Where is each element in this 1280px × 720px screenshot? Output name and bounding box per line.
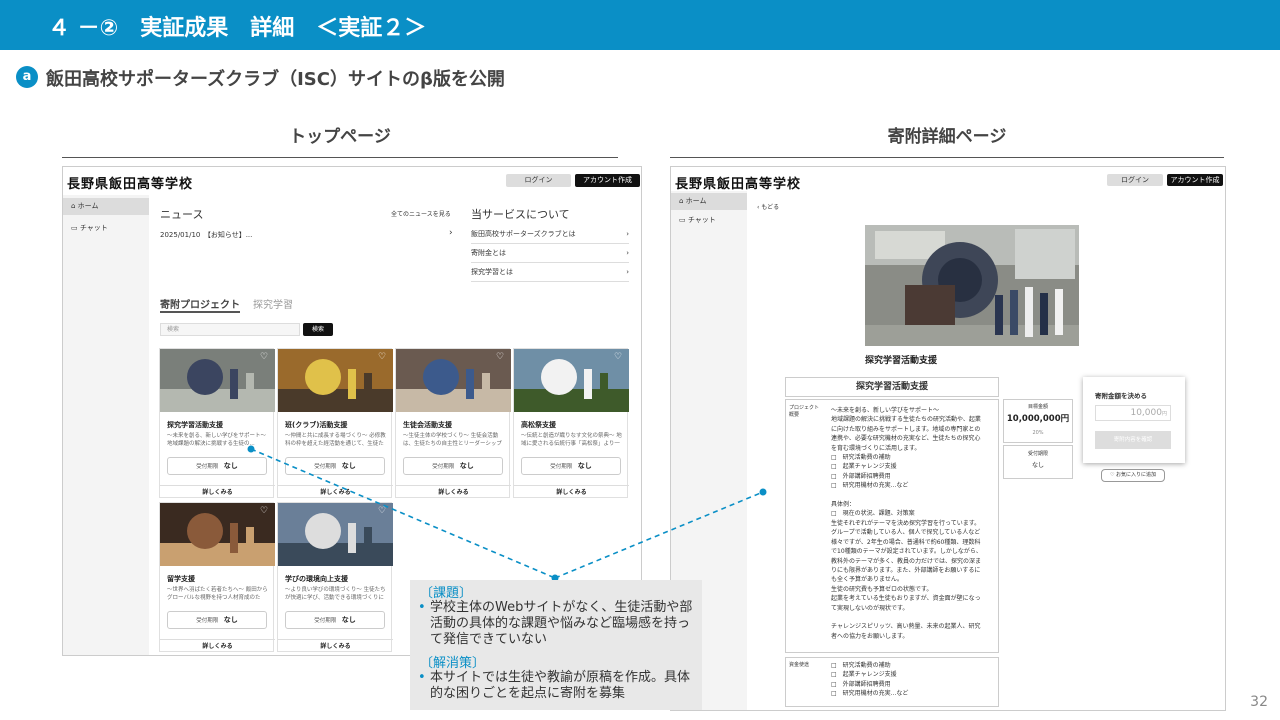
bullet-icon: • [418, 600, 426, 615]
solution-text: 本サイトでは生徒や教諭が原稿を作成。具体的な困りごとを起点に寄附を募集 [430, 670, 691, 701]
bullet-icon: • [418, 670, 426, 685]
issue-heading: 〔課題〕 [420, 586, 473, 601]
solution-heading: 〔解消策〕 [420, 656, 486, 671]
page-number: 32 [1250, 694, 1268, 710]
issue-text: 学校主体のWebサイトがなく、生徒活動や部活動の具体的な課題や悩みなど臨場感を持… [430, 600, 693, 647]
